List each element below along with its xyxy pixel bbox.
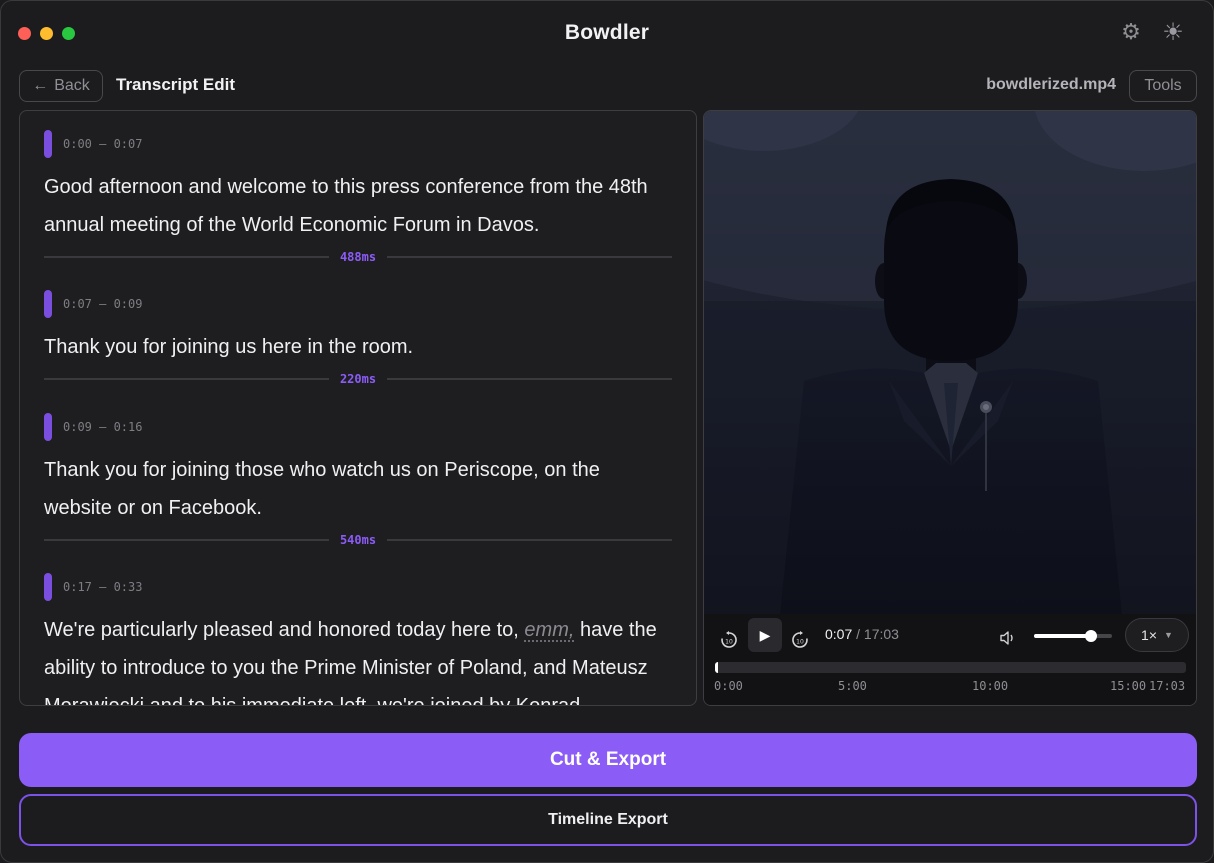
segment-text[interactable]: Thank you for joining us here in the roo…	[44, 328, 672, 366]
title-bar: Bowdler ⚙ ☀	[1, 1, 1213, 65]
player-controls: 10 ▶ 10 0:07 / 17:03 1× ▼ 0:00 5:00 10:0…	[704, 614, 1196, 705]
transcript-segment[interactable]: 0:00 – 0:07 Good afternoon and welcome t…	[44, 130, 672, 244]
transcript-panel[interactable]: 0:00 – 0:07 Good afternoon and welcome t…	[19, 110, 697, 706]
segment-handle[interactable]	[44, 573, 52, 601]
segment-text[interactable]: We're particularly pleased and honored t…	[44, 611, 672, 705]
playback-speed-select[interactable]: 1× ▼	[1125, 618, 1189, 652]
app-window: Bowdler ⚙ ☀ ← Back Transcript Edit bowdl…	[0, 0, 1214, 863]
volume-slider[interactable]	[1034, 630, 1112, 642]
transcript-segment[interactable]: 0:07 – 0:09 Thank you for joining us her…	[44, 290, 672, 366]
timeline-tick: 17:03	[1149, 679, 1186, 693]
speed-value: 1×	[1141, 627, 1158, 643]
back-button-label: Back	[54, 77, 90, 94]
seek-bar[interactable]	[715, 662, 1186, 673]
segment-text[interactable]: Good afternoon and welcome to this press…	[44, 168, 672, 244]
segment-text[interactable]: Thank you for joining those who watch us…	[44, 451, 672, 527]
rewind-10-icon[interactable]: 10	[716, 627, 742, 653]
back-button[interactable]: ← Back	[19, 70, 103, 102]
segment-time: 0:07 – 0:09	[63, 297, 143, 311]
timeline-tick: 5:00	[838, 679, 867, 693]
tools-button[interactable]: Tools	[1129, 70, 1197, 102]
volume-knob[interactable]	[1084, 630, 1097, 642]
pause-gap[interactable]: 220ms	[44, 372, 672, 386]
svg-text:10: 10	[725, 639, 733, 646]
seek-progress	[715, 662, 719, 673]
cut-export-button[interactable]: Cut & Export	[19, 733, 1197, 787]
transcript-segment[interactable]: 0:17 – 0:33 We're particularly pleased a…	[44, 573, 672, 705]
gap-duration: 540ms	[339, 533, 377, 547]
segment-handle[interactable]	[44, 413, 52, 441]
pause-gap[interactable]: 488ms	[44, 250, 672, 264]
video-frame	[704, 111, 1196, 614]
time-readout: 0:07 / 17:03	[825, 626, 899, 642]
timeline-export-button[interactable]: Timeline Export	[19, 794, 1197, 846]
segment-handle[interactable]	[44, 290, 52, 318]
arrow-left-icon: ←	[32, 77, 49, 94]
time-separator: /	[852, 626, 864, 642]
volume-level	[1034, 634, 1091, 638]
transcript-segment[interactable]: 0:09 – 0:16 Thank you for joining those …	[44, 413, 672, 527]
segment-text-part: We're particularly pleased and honored t…	[44, 619, 525, 641]
pause-gap[interactable]: 540ms	[44, 533, 672, 547]
gap-duration: 488ms	[339, 250, 377, 264]
total-duration: 17:03	[863, 626, 899, 642]
sun-icon[interactable]: ☀	[1160, 19, 1186, 46]
volume-icon[interactable]	[996, 626, 1020, 650]
play-button[interactable]: ▶	[748, 618, 782, 652]
filler-word[interactable]: emm,	[524, 619, 574, 641]
segment-handle[interactable]	[44, 130, 52, 158]
timeline-tick: 10:00	[972, 679, 1009, 693]
forward-10-icon[interactable]: 10	[787, 627, 813, 653]
timeline-tick: 0:00	[714, 679, 743, 693]
segment-time: 0:00 – 0:07	[63, 137, 143, 151]
chevron-down-icon: ▼	[1164, 630, 1173, 640]
file-name: bowdlerized.mp4	[986, 76, 1116, 93]
play-icon: ▶	[759, 626, 771, 643]
current-time: 0:07	[825, 626, 853, 642]
video-player[interactable]: 10 ▶ 10 0:07 / 17:03 1× ▼ 0:00 5:00 10:0…	[703, 110, 1197, 706]
timeline-tick: 15:00	[1110, 679, 1147, 693]
segment-time: 0:17 – 0:33	[63, 580, 143, 594]
gear-icon[interactable]: ⚙	[1118, 19, 1144, 45]
segment-time: 0:09 – 0:16	[63, 420, 143, 434]
svg-text:10: 10	[796, 639, 804, 646]
page-title: Transcript Edit	[116, 75, 236, 94]
gap-duration: 220ms	[339, 372, 377, 386]
app-title: Bowdler	[564, 21, 650, 44]
